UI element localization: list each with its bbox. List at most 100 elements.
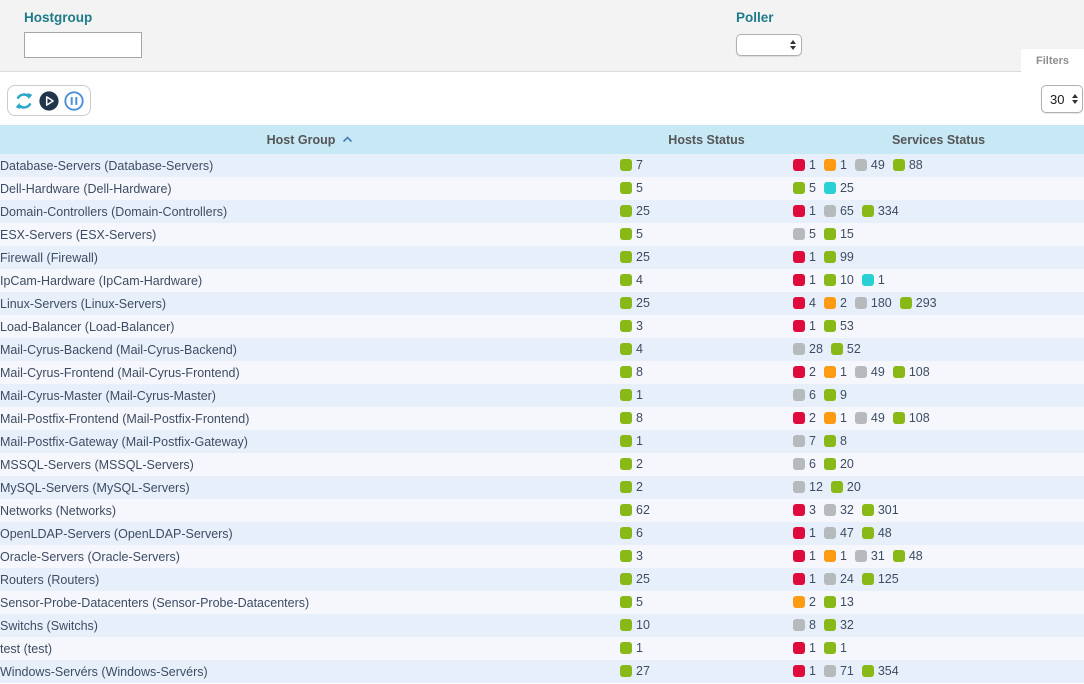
status-badge-ok[interactable]: 27 — [620, 664, 650, 678]
status-badge-pending[interactable]: 25 — [824, 181, 854, 195]
pause-button[interactable] — [63, 90, 85, 112]
status-badge-unknown[interactable]: 49 — [855, 365, 885, 379]
hostgroup-name[interactable]: Firewall (Firewall) — [0, 251, 98, 265]
status-badge-unknown[interactable]: 28 — [793, 342, 823, 356]
status-badge-critical[interactable]: 1 — [793, 549, 816, 563]
hostgroup-name[interactable]: Domain-Controllers (Domain-Controllers) — [0, 205, 227, 219]
status-badge-pending[interactable]: 1 — [862, 273, 885, 287]
status-badge-ok[interactable]: 3 — [620, 319, 643, 333]
hostgroup-name[interactable]: Windows-Servérs (Windows-Servérs) — [0, 665, 208, 679]
status-badge-ok[interactable]: 25 — [620, 250, 650, 264]
status-badge-ok[interactable]: 15 — [824, 227, 854, 241]
status-badge-ok[interactable]: 53 — [824, 319, 854, 333]
status-badge-ok[interactable]: 5 — [793, 181, 816, 195]
hostgroup-name[interactable]: MSSQL-Servers (MSSQL-Servers) — [0, 458, 194, 472]
hostgroup-name[interactable]: Mail-Cyrus-Master (Mail-Cyrus-Master) — [0, 389, 216, 403]
hostgroup-name[interactable]: Mail-Postfix-Gateway (Mail-Postfix-Gatew… — [0, 435, 248, 449]
hostgroup-name[interactable]: Sensor-Probe-Datacenters (Sensor-Probe-D… — [0, 596, 309, 610]
status-badge-unknown[interactable]: 31 — [855, 549, 885, 563]
column-header-services-status[interactable]: Services Status — [793, 125, 1084, 154]
hostgroup-name[interactable]: Networks (Networks) — [0, 504, 116, 518]
hostgroup-name[interactable]: Dell-Hardware (Dell-Hardware) — [0, 182, 172, 196]
status-badge-critical[interactable]: 1 — [793, 319, 816, 333]
status-badge-unknown[interactable]: 8 — [793, 618, 816, 632]
status-badge-ok[interactable]: 20 — [831, 480, 861, 494]
status-badge-ok[interactable]: 4 — [620, 273, 643, 287]
status-badge-ok[interactable]: 8 — [620, 365, 643, 379]
status-badge-unknown[interactable]: 49 — [855, 158, 885, 172]
status-badge-unknown[interactable]: 32 — [824, 503, 854, 517]
poller-select[interactable] — [736, 34, 802, 56]
status-badge-ok[interactable]: 48 — [862, 526, 892, 540]
status-badge-ok[interactable]: 48 — [893, 549, 923, 563]
status-badge-unknown[interactable]: 24 — [824, 572, 854, 586]
hostgroup-name[interactable]: test (test) — [0, 642, 52, 656]
status-badge-ok[interactable]: 3 — [620, 549, 643, 563]
status-badge-critical[interactable]: 2 — [793, 411, 816, 425]
status-badge-ok[interactable]: 20 — [824, 457, 854, 471]
status-badge-ok[interactable]: 354 — [862, 664, 899, 678]
status-badge-ok[interactable]: 1 — [824, 641, 847, 655]
status-badge-ok[interactable]: 6 — [620, 526, 643, 540]
status-badge-ok[interactable]: 1 — [620, 388, 643, 402]
hostgroup-name[interactable]: ESX-Servers (ESX-Servers) — [0, 228, 156, 242]
status-badge-ok[interactable]: 301 — [862, 503, 899, 517]
status-badge-unknown[interactable]: 47 — [824, 526, 854, 540]
status-badge-ok[interactable]: 108 — [893, 365, 930, 379]
status-badge-unknown[interactable]: 71 — [824, 664, 854, 678]
status-badge-ok[interactable]: 2 — [620, 457, 643, 471]
status-badge-ok[interactable]: 108 — [893, 411, 930, 425]
filters-tab[interactable]: Filters — [1021, 49, 1084, 72]
status-badge-critical[interactable]: 1 — [793, 641, 816, 655]
status-badge-ok[interactable]: 88 — [893, 158, 923, 172]
page-size-select[interactable]: 30 — [1041, 85, 1083, 113]
status-badge-critical[interactable]: 1 — [793, 204, 816, 218]
hostgroup-name[interactable]: OpenLDAP-Servers (OpenLDAP-Servers) — [0, 527, 233, 541]
status-badge-ok[interactable]: 10 — [824, 273, 854, 287]
status-badge-critical[interactable]: 4 — [793, 296, 816, 310]
status-badge-ok[interactable]: 25 — [620, 204, 650, 218]
status-badge-critical[interactable]: 2 — [793, 365, 816, 379]
status-badge-ok[interactable]: 5 — [620, 227, 643, 241]
status-badge-ok[interactable]: 9 — [824, 388, 847, 402]
hostgroup-name[interactable]: Linux-Servers (Linux-Servers) — [0, 297, 166, 311]
status-badge-critical[interactable]: 1 — [793, 273, 816, 287]
play-button[interactable] — [38, 90, 60, 112]
status-badge-ok[interactable]: 1 — [620, 641, 643, 655]
status-badge-unknown[interactable]: 65 — [824, 204, 854, 218]
hostgroup-name[interactable]: Oracle-Servers (Oracle-Servers) — [0, 550, 180, 564]
status-badge-ok[interactable]: 2 — [620, 480, 643, 494]
hostgroup-name[interactable]: Database-Servers (Database-Servers) — [0, 159, 213, 173]
hostgroup-name[interactable]: MySQL-Servers (MySQL-Servers) — [0, 481, 190, 495]
hostgroup-name[interactable]: IpCam-Hardware (IpCam-Hardware) — [0, 274, 202, 288]
status-badge-warning[interactable]: 1 — [824, 365, 847, 379]
status-badge-ok[interactable]: 25 — [620, 296, 650, 310]
status-badge-unknown[interactable]: 5 — [793, 227, 816, 241]
status-badge-ok[interactable]: 5 — [620, 181, 643, 195]
status-badge-warning[interactable]: 1 — [824, 411, 847, 425]
status-badge-ok[interactable]: 293 — [900, 296, 937, 310]
status-badge-critical[interactable]: 1 — [793, 158, 816, 172]
column-header-hosts-status[interactable]: Hosts Status — [620, 125, 793, 154]
hostgroup-name[interactable]: Routers (Routers) — [0, 573, 99, 587]
hostgroup-name[interactable]: Mail-Cyrus-Backend (Mail-Cyrus-Backend) — [0, 343, 237, 357]
status-badge-ok[interactable]: 1 — [620, 434, 643, 448]
status-badge-critical[interactable]: 1 — [793, 250, 816, 264]
status-badge-unknown[interactable]: 6 — [793, 457, 816, 471]
status-badge-ok[interactable]: 52 — [831, 342, 861, 356]
hostgroup-name[interactable]: Mail-Postfix-Frontend (Mail-Postfix-Fron… — [0, 412, 249, 426]
hostgroup-name[interactable]: Load-Balancer (Load-Balancer) — [0, 320, 174, 334]
status-badge-ok[interactable]: 8 — [620, 411, 643, 425]
status-badge-ok[interactable]: 62 — [620, 503, 650, 517]
status-badge-unknown[interactable]: 12 — [793, 480, 823, 494]
status-badge-ok[interactable]: 99 — [824, 250, 854, 264]
status-badge-warning[interactable]: 2 — [824, 296, 847, 310]
status-badge-warning[interactable]: 1 — [824, 549, 847, 563]
status-badge-ok[interactable]: 125 — [862, 572, 899, 586]
status-badge-unknown[interactable]: 49 — [855, 411, 885, 425]
status-badge-warning[interactable]: 1 — [824, 158, 847, 172]
status-badge-ok[interactable]: 32 — [824, 618, 854, 632]
hostgroup-input[interactable] — [24, 32, 142, 58]
status-badge-unknown[interactable]: 7 — [793, 434, 816, 448]
status-badge-unknown[interactable]: 180 — [855, 296, 892, 310]
